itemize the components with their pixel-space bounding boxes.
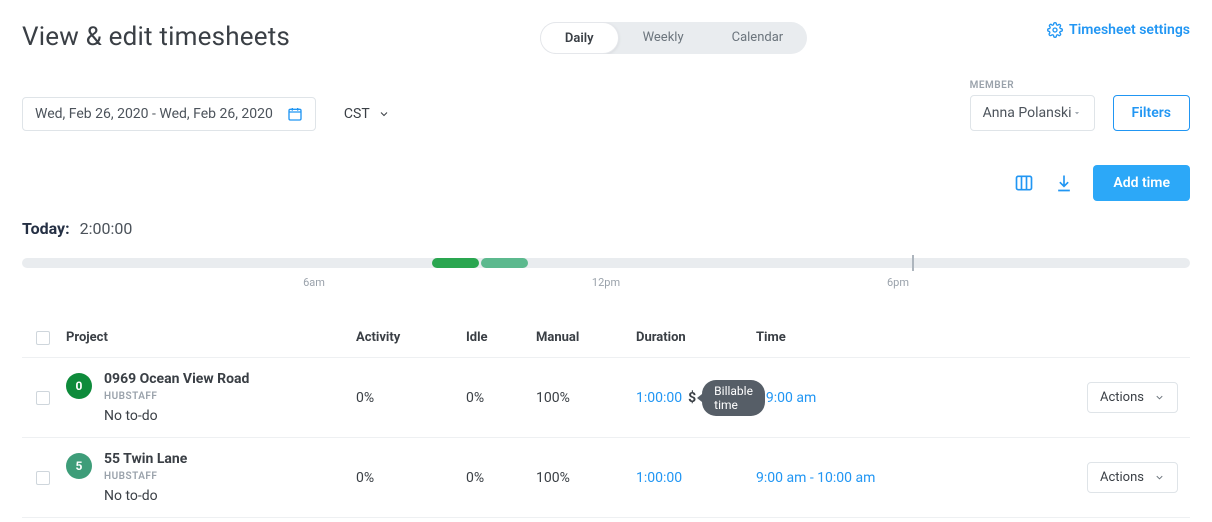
project-org: HUBSTAFF bbox=[104, 471, 187, 482]
day-timeline: 6am 12pm 6pm bbox=[22, 258, 1190, 290]
manual-cell: 100% bbox=[536, 470, 636, 486]
row-checkbox[interactable] bbox=[36, 471, 50, 485]
row-checkbox[interactable] bbox=[36, 391, 50, 405]
view-mode-toggle: Daily Weekly Calendar bbox=[540, 22, 807, 54]
col-time: Time bbox=[756, 330, 956, 345]
table-row: 555 Twin LaneHUBSTAFFNo to-do0%0%100%1:0… bbox=[22, 438, 1190, 518]
member-value: Anna Polanski bbox=[983, 105, 1072, 121]
gear-icon bbox=[1047, 22, 1063, 38]
dollar-icon: $ bbox=[688, 390, 696, 406]
today-total: 2:00:00 bbox=[80, 219, 133, 238]
col-manual: Manual bbox=[536, 330, 636, 345]
member-select[interactable]: Anna Polanski bbox=[970, 95, 1095, 131]
select-all-checkbox[interactable] bbox=[36, 331, 50, 345]
activity-cell: 0% bbox=[356, 470, 466, 486]
billable-tooltip: Billable time bbox=[702, 380, 765, 416]
project-badge: 0 bbox=[66, 373, 92, 399]
time-range-link[interactable]: 9:00 am - 10:00 am bbox=[756, 470, 875, 486]
duration-link[interactable]: 1:00:00 bbox=[636, 470, 682, 486]
date-range-label: Wed, Feb 26, 2020 - Wed, Feb 26, 2020 bbox=[35, 106, 273, 122]
duration-cell: 1:00:00 bbox=[636, 470, 756, 486]
columns-icon[interactable] bbox=[1013, 172, 1035, 194]
idle-cell: 0% bbox=[466, 390, 536, 406]
project-badge: 5 bbox=[66, 453, 92, 479]
timeline-tick: 6am bbox=[303, 276, 325, 289]
project-todo: No to-do bbox=[104, 488, 187, 504]
date-range-picker[interactable]: Wed, Feb 26, 2020 - Wed, Feb 26, 2020 bbox=[22, 97, 316, 131]
col-activity: Activity bbox=[356, 330, 466, 345]
member-field-label: MEMBER bbox=[970, 80, 1095, 91]
timeline-segment[interactable] bbox=[432, 258, 479, 268]
idle-cell: 0% bbox=[466, 470, 536, 486]
project-name: 0969 Ocean View Road bbox=[104, 371, 249, 387]
timezone-label: CST bbox=[344, 106, 370, 122]
manual-cell: 100% bbox=[536, 390, 636, 406]
tab-calendar[interactable]: Calendar bbox=[708, 22, 808, 54]
timezone-select[interactable]: CST bbox=[344, 106, 390, 122]
actions-label: Actions bbox=[1100, 390, 1144, 405]
page-title: View & edit timesheets bbox=[22, 22, 290, 52]
tab-weekly[interactable]: Weekly bbox=[619, 22, 708, 54]
table-header: Project Activity Idle Manual Duration Ti… bbox=[22, 318, 1190, 358]
chevron-down-icon bbox=[1154, 472, 1165, 483]
timeline-segment[interactable] bbox=[481, 258, 528, 268]
calendar-icon bbox=[287, 106, 303, 122]
col-idle: Idle bbox=[466, 330, 536, 345]
timeline-tick: 12pm bbox=[592, 276, 620, 289]
project-org: HUBSTAFF bbox=[104, 391, 249, 402]
duration-cell: 1:00:00$Billable time bbox=[636, 380, 756, 416]
duration-link[interactable]: 1:00:00 bbox=[636, 390, 682, 406]
timesheet-settings-link[interactable]: Timesheet settings bbox=[1047, 22, 1190, 38]
actions-button[interactable]: Actions bbox=[1087, 382, 1178, 413]
filters-button[interactable]: Filters bbox=[1113, 95, 1190, 131]
col-duration: Duration bbox=[636, 330, 756, 345]
add-time-button[interactable]: Add time bbox=[1093, 165, 1190, 201]
caret-down-icon bbox=[1072, 108, 1082, 118]
actions-button[interactable]: Actions bbox=[1087, 462, 1178, 493]
chevron-down-icon bbox=[1154, 392, 1165, 403]
download-icon[interactable] bbox=[1053, 172, 1075, 194]
timeline-tick: 6pm bbox=[887, 276, 909, 289]
project-todo: No to-do bbox=[104, 408, 249, 424]
timeline-now-marker bbox=[912, 255, 914, 271]
tab-daily[interactable]: Daily bbox=[540, 22, 619, 54]
settings-link-label: Timesheet settings bbox=[1069, 22, 1190, 38]
activity-cell: 0% bbox=[356, 390, 466, 406]
table-row: 0 0969 Ocean View Road HUBSTAFF No to-do 0%0… bbox=[22, 358, 1190, 438]
col-project: Project bbox=[66, 330, 356, 345]
today-label: Today: bbox=[22, 219, 70, 238]
actions-label: Actions bbox=[1100, 470, 1144, 485]
chevron-down-icon bbox=[378, 108, 390, 120]
project-name: 55 Twin Lane bbox=[104, 451, 187, 467]
